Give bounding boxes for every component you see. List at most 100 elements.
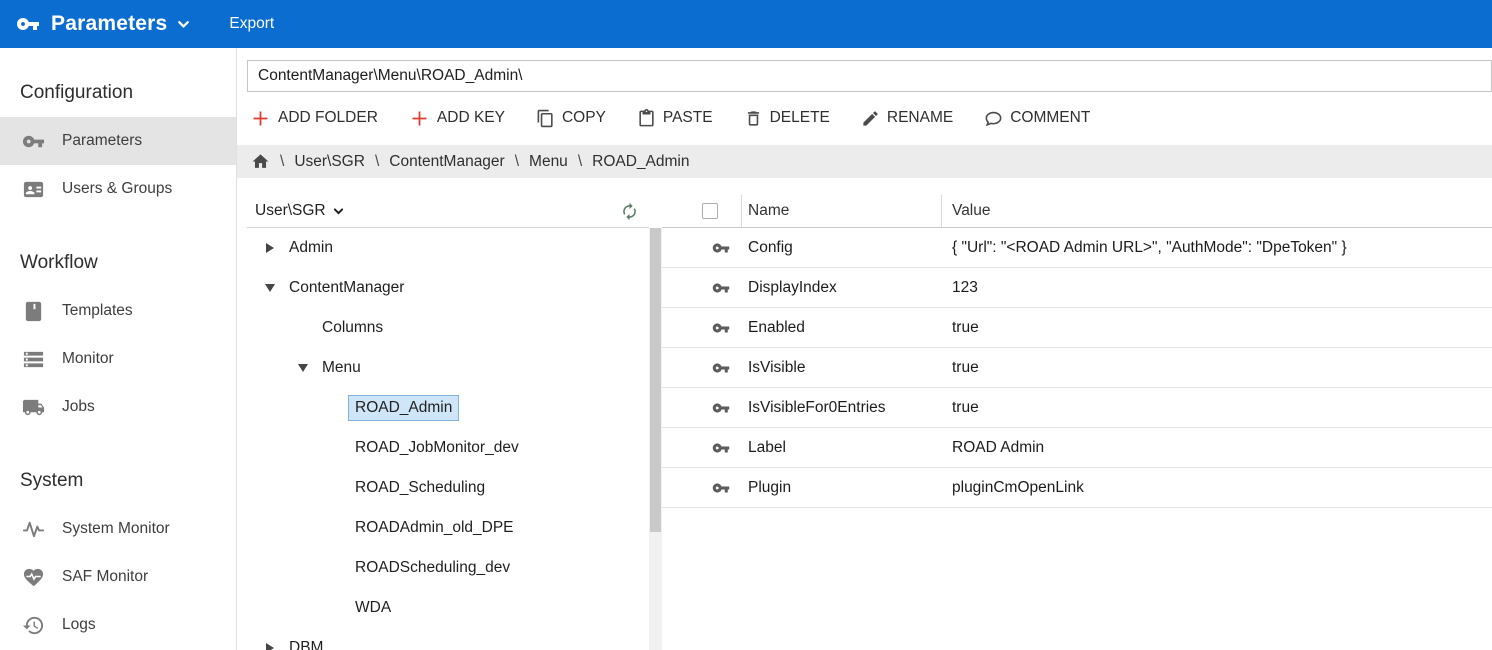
param-name: IsVisibleFor0Entries (742, 399, 942, 417)
app-title-dropdown[interactable]: Parameters (51, 12, 167, 36)
storage-icon (22, 348, 45, 371)
tree-node-columns[interactable]: Columns (247, 308, 649, 348)
chevron-down-icon[interactable] (176, 17, 191, 32)
breadcrumb-item-user-sgr[interactable]: User\SGR (294, 153, 365, 171)
tree-node-label[interactable]: ContentManager (283, 276, 410, 300)
key-icon (712, 279, 730, 297)
param-key-cell (662, 479, 742, 497)
trash-icon (744, 109, 763, 128)
toolbar: ADD FOLDER ADD KEY COPY PASTE DELETE REN… (250, 105, 1492, 131)
app-shell: Configuration Parameters Users & Groups … (0, 48, 1492, 650)
paste-button[interactable]: PASTE (637, 109, 713, 128)
tree-node-roadscheduling-dev[interactable]: ROADScheduling_dev (247, 548, 649, 588)
tree-node-label[interactable]: Menu (316, 356, 367, 380)
tree-root-selector: User\SGR (247, 195, 649, 228)
sidebar-item-label: System Monitor (62, 520, 170, 538)
sidebar-item-jobs[interactable]: Jobs (0, 383, 236, 431)
tree-node-contentmanager[interactable]: ContentManager (247, 268, 649, 308)
param-value: true (942, 319, 1492, 337)
tree: Admin ContentManager Columns Menu (247, 228, 649, 650)
breadcrumb-item-contentmanager[interactable]: ContentManager (389, 153, 504, 171)
toolbar-button-label: PASTE (663, 109, 713, 127)
column-header-name[interactable]: Name (742, 195, 942, 227)
param-value: true (942, 399, 1492, 417)
activity-icon (22, 518, 45, 541)
tree-node-road-admin[interactable]: ROAD_Admin (247, 388, 649, 428)
tree-node-label[interactable]: ROADAdmin_old_DPE (349, 516, 520, 540)
sidebar-item-parameters[interactable]: Parameters (0, 117, 236, 165)
home-icon[interactable] (251, 152, 270, 171)
comment-button[interactable]: COMMENT (984, 109, 1090, 128)
select-all-checkbox[interactable] (702, 203, 718, 219)
sidebar-item-label: Logs (62, 616, 96, 634)
tree-node-road-scheduling[interactable]: ROAD_Scheduling (247, 468, 649, 508)
param-row-config[interactable]: Config { "Url": "<ROAD Admin URL>", "Aut… (662, 228, 1492, 268)
param-value: { "Url": "<ROAD Admin URL>", "AuthMode":… (942, 239, 1492, 257)
parameters-table: Name Value Config { "Url": "<ROAD Admin … (662, 195, 1492, 650)
rename-button[interactable]: RENAME (861, 109, 953, 128)
breadcrumb-item-road-admin[interactable]: ROAD_Admin (592, 153, 689, 171)
menu-export[interactable]: Export (229, 15, 274, 33)
delete-button[interactable]: DELETE (744, 109, 830, 128)
add-icon (409, 108, 430, 129)
comment-icon (984, 109, 1003, 128)
paste-icon (637, 109, 656, 128)
param-name: Config (742, 239, 942, 257)
toolbar-button-label: RENAME (887, 109, 953, 127)
param-row-displayindex[interactable]: DisplayIndex 123 (662, 268, 1492, 308)
tree-root-label[interactable]: User\SGR (255, 202, 326, 220)
param-value: pluginCmOpenLink (942, 479, 1492, 497)
toolbar-button-label: ADD FOLDER (278, 109, 378, 127)
refresh-button[interactable] (620, 202, 639, 221)
sidebar-item-saf-monitor[interactable]: SAF Monitor (0, 553, 236, 601)
sidebar-item-monitor[interactable]: Monitor (0, 335, 236, 383)
chevron-down-icon[interactable] (290, 364, 316, 372)
sidebar-item-system-monitor[interactable]: System Monitor (0, 505, 236, 553)
tree-panel: User\SGR Admin ContentManager (247, 195, 649, 650)
tree-node-admin[interactable]: Admin (247, 228, 649, 268)
toolbar-button-label: COPY (562, 109, 606, 127)
add-key-button[interactable]: ADD KEY (409, 108, 505, 129)
tree-node-menu[interactable]: Menu (247, 348, 649, 388)
param-row-label[interactable]: Label ROAD Admin (662, 428, 1492, 468)
tree-node-label[interactable]: DBM (283, 636, 329, 650)
tree-node-label[interactable]: Admin (283, 236, 339, 260)
param-row-plugin[interactable]: Plugin pluginCmOpenLink (662, 468, 1492, 508)
tree-node-roadadmin-old-dpe[interactable]: ROADAdmin_old_DPE (247, 508, 649, 548)
breadcrumb-item-menu[interactable]: Menu (529, 153, 568, 171)
tree-node-label-selected[interactable]: ROAD_Admin (349, 396, 458, 420)
tree-node-label[interactable]: ROAD_JobMonitor_dev (349, 436, 525, 460)
sidebar-item-templates[interactable]: Templates (0, 287, 236, 335)
column-header-value[interactable]: Value (942, 195, 1492, 227)
heart-pulse-icon (22, 566, 45, 589)
tree-node-road-jobmonitor-dev[interactable]: ROAD_JobMonitor_dev (247, 428, 649, 468)
chevron-down-icon[interactable] (257, 284, 283, 292)
main-panel: ADD FOLDER ADD KEY COPY PASTE DELETE REN… (237, 48, 1492, 650)
param-row-isvisible[interactable]: IsVisible true (662, 348, 1492, 388)
tree-scrollbar[interactable] (649, 228, 662, 650)
toolbar-button-label: DELETE (770, 109, 830, 127)
chevron-right-icon[interactable] (257, 643, 283, 650)
scrollbar-thumb[interactable] (650, 228, 661, 532)
tree-node-label[interactable]: ROADScheduling_dev (349, 556, 516, 580)
add-folder-button[interactable]: ADD FOLDER (250, 108, 378, 129)
sidebar-item-logs[interactable]: Logs (0, 601, 236, 649)
tree-node-label[interactable]: Columns (316, 316, 389, 340)
param-key-cell (662, 359, 742, 377)
tree-node-wda[interactable]: WDA (247, 588, 649, 628)
chevron-right-icon[interactable] (257, 243, 283, 253)
tree-node-label[interactable]: ROAD_Scheduling (349, 476, 491, 500)
tree-node-label[interactable]: WDA (349, 596, 397, 620)
param-name: IsVisible (742, 359, 942, 377)
param-row-isvisiblefor0entries[interactable]: IsVisibleFor0Entries true (662, 388, 1492, 428)
tree-node-dbm[interactable]: DBM (247, 628, 649, 650)
chevron-down-icon[interactable] (332, 205, 345, 218)
sidebar-section-system: System System Monitor SAF Monitor Logs (0, 457, 236, 649)
path-input[interactable] (247, 60, 1492, 92)
copy-button[interactable]: COPY (536, 109, 606, 128)
sidebar-item-label: Parameters (62, 132, 142, 150)
param-key-cell (662, 319, 742, 337)
add-icon (250, 108, 271, 129)
sidebar-item-users-groups[interactable]: Users & Groups (0, 165, 236, 213)
param-row-enabled[interactable]: Enabled true (662, 308, 1492, 348)
